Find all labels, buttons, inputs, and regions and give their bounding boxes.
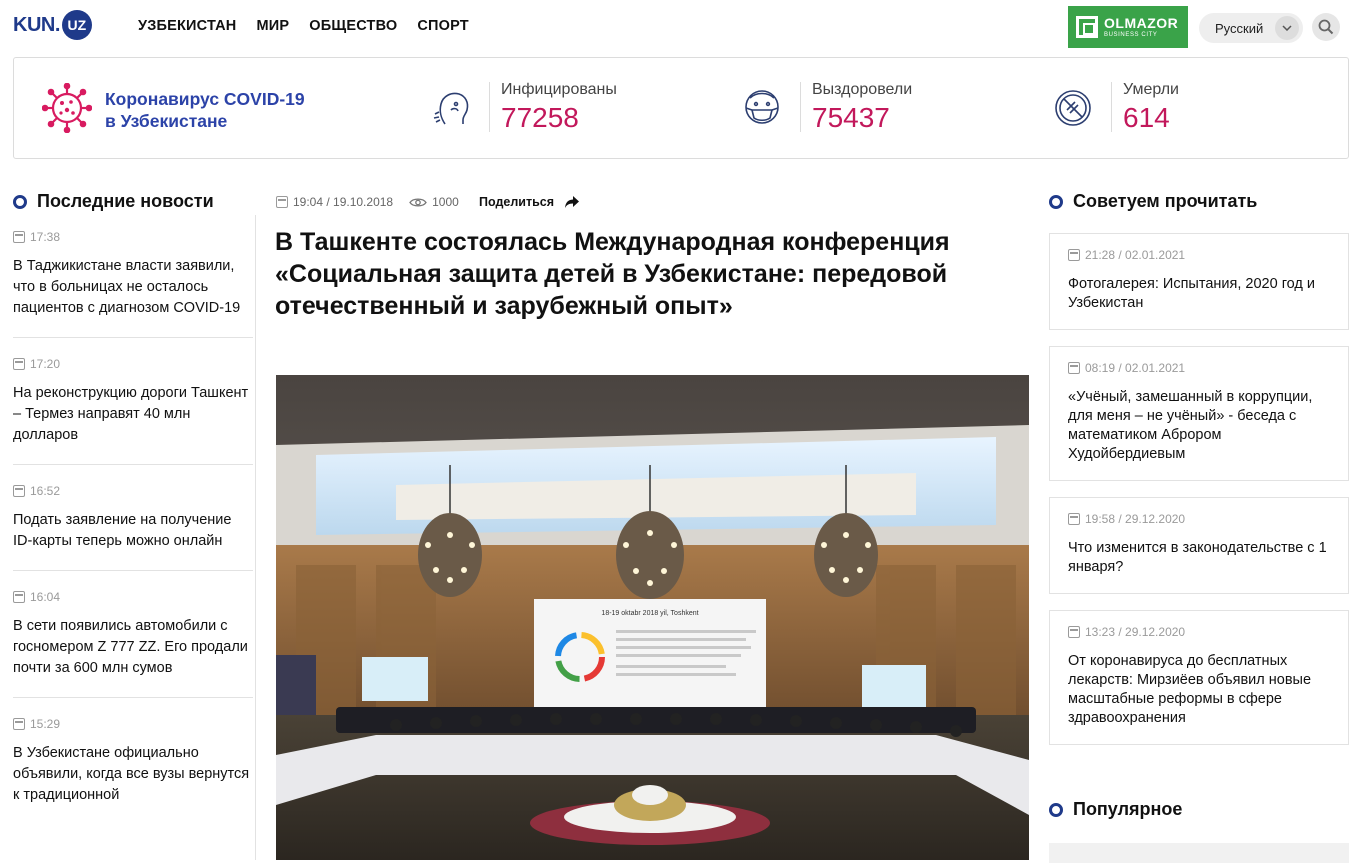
news-title[interactable]: В Таджикистане власти заявили, что в бол… <box>13 256 253 319</box>
calendar-icon <box>13 231 25 243</box>
calendar-icon <box>1068 626 1080 638</box>
recommended-list: 21:28 / 02.01.2021 Фотогалерея: Испытани… <box>1049 233 1349 761</box>
section-bullet-icon <box>1049 802 1063 817</box>
news-title[interactable]: Фотогалерея: Испытания, 2020 год и Узбек… <box>1068 275 1330 313</box>
olmazor-ad-banner[interactable]: OLMAZOR BUSINESS CITY <box>1068 6 1188 48</box>
search-icon <box>1318 19 1334 35</box>
news-time: 16:04 <box>30 590 61 604</box>
stat-value-deaths: 614 <box>1123 102 1170 133</box>
eye-icon <box>409 197 427 207</box>
search-button[interactable] <box>1312 13 1340 41</box>
site-header: KUN. UZ УЗБЕКИСТАН МИР ОБЩЕСТВО СПОРТ OL… <box>0 0 1369 54</box>
list-item[interactable]: 17:20 На реконструкцию дороги Ташкент – … <box>13 357 253 465</box>
share-label: Поделиться <box>479 195 555 209</box>
article-title: В Ташкенте состоялась Международная конф… <box>275 228 950 320</box>
article-views: 1000 <box>432 195 459 209</box>
calendar-icon <box>276 196 288 208</box>
list-item[interactable]: 16:04 В сети появились автомобили с госн… <box>13 590 253 698</box>
nav-uzbekistan[interactable]: УЗБЕКИСТАН <box>138 18 236 34</box>
covid-title: Коронавирус COVID-19 в Узбекистане <box>105 89 305 131</box>
news-time: 16:52 <box>30 484 61 498</box>
list-item[interactable]: 08:19 / 02.01.2021 «Учёный, замешанный в… <box>1049 346 1349 481</box>
news-time: 21:28 / 02.01.2021 <box>1085 248 1186 262</box>
stat-value-infected: 77258 <box>501 102 579 133</box>
recovered-icon <box>742 88 782 133</box>
news-title[interactable]: Что изменится в законодательстве с 1 янв… <box>1068 539 1330 577</box>
section-bullet-icon <box>1049 194 1063 209</box>
nav-world[interactable]: МИР <box>256 18 289 34</box>
stat-divider <box>1111 82 1112 132</box>
stat-value-recovered: 75437 <box>812 102 890 133</box>
share-button[interactable]: Поделиться <box>479 195 580 209</box>
logo-kun-text: KUN. <box>13 13 60 36</box>
calendar-icon <box>1068 362 1080 374</box>
news-title[interactable]: В Узбекистане официально объявили, когда… <box>13 743 253 806</box>
stat-divider <box>800 82 801 132</box>
coronavirus-icon <box>41 82 93 138</box>
news-title[interactable]: «Учёный, замешанный в коррупции, для мен… <box>1068 388 1330 464</box>
calendar-icon <box>1068 513 1080 525</box>
article-datetime: 19:04 / 19.10.2018 <box>293 195 394 209</box>
popular-heading[interactable]: Популярное <box>1049 799 1182 820</box>
banner-date-text: 18-19 oktabr 2018 yil, Toshkent <box>601 610 698 617</box>
language-value: Русский <box>1215 20 1264 36</box>
news-title[interactable]: На реконструкцию дороги Ташкент – Термез… <box>13 383 253 446</box>
calendar-icon <box>13 485 25 497</box>
news-time: 19:58 / 29.12.2020 <box>1085 512 1186 526</box>
recommended-heading[interactable]: Советуем прочитать <box>1049 191 1257 212</box>
list-item[interactable]: 21:28 / 02.01.2021 Фотогалерея: Испытани… <box>1049 233 1349 330</box>
covid-stats-panel[interactable]: Коронавирус COVID-19 в Узбекистане Инфиц… <box>13 57 1349 159</box>
site-logo[interactable]: KUN. UZ <box>13 10 92 40</box>
list-item[interactable]: 13:23 / 29.12.2020 От коронавируса до бе… <box>1049 610 1349 745</box>
popular-card[interactable] <box>1049 843 1349 863</box>
news-title[interactable]: От коронавируса до бесплатных лекарств: … <box>1068 652 1330 728</box>
news-time: 08:19 / 02.01.2021 <box>1085 361 1186 375</box>
article-photo: 18-19 oktabr 2018 yil, Toshkent <box>276 375 1029 860</box>
calendar-icon <box>1068 249 1080 261</box>
news-time: 17:38 <box>30 230 61 244</box>
deaths-icon <box>1053 88 1093 133</box>
news-time: 17:20 <box>30 357 61 371</box>
list-item[interactable]: 15:29 В Узбекистане официально объявили,… <box>13 717 253 824</box>
stat-label-infected: Инфицированы <box>501 81 617 98</box>
main-nav: УЗБЕКИСТАН МИР ОБЩЕСТВО СПОРТ <box>138 18 469 34</box>
latest-news-heading[interactable]: Последние новости <box>13 191 214 212</box>
news-time: 13:23 / 29.12.2020 <box>1085 625 1186 639</box>
stat-label-deaths: Умерли <box>1123 81 1179 98</box>
stat-label-recovered: Выздоровели <box>812 81 913 98</box>
ad-subtitle: BUSINESS CITY <box>1104 32 1158 38</box>
news-time: 15:29 <box>30 717 61 731</box>
list-item[interactable]: 19:58 / 29.12.2020 Что изменится в закон… <box>1049 497 1349 594</box>
calendar-icon <box>13 358 25 370</box>
calendar-icon <box>13 718 25 730</box>
list-item[interactable]: 16:52 Подать заявление на получение ID-к… <box>13 484 253 571</box>
olmazor-logo-icon <box>1076 16 1098 38</box>
article-meta: 19:04 / 19.10.2018 1000 <box>276 195 475 209</box>
chevron-down-icon <box>1275 16 1299 40</box>
share-arrow-icon <box>565 196 580 208</box>
nav-sport[interactable]: СПОРТ <box>417 18 469 34</box>
infected-icon <box>431 88 473 133</box>
section-bullet-icon <box>13 194 27 209</box>
language-select[interactable]: Русский <box>1199 13 1303 43</box>
ad-title: OLMAZOR <box>1104 15 1179 31</box>
list-item[interactable]: 17:38 В Таджикистане власти заявили, что… <box>13 230 253 338</box>
news-title[interactable]: Подать заявление на получение ID-карты т… <box>13 510 253 552</box>
latest-news-list: 17:38 В Таджикистане власти заявили, что… <box>13 230 253 843</box>
stat-divider <box>489 82 490 132</box>
nav-society[interactable]: ОБЩЕСТВО <box>309 18 397 34</box>
news-title[interactable]: В сети появились автомобили с госномером… <box>13 616 253 679</box>
calendar-icon <box>13 591 25 603</box>
logo-uz-badge: UZ <box>61 10 92 40</box>
column-divider <box>255 215 256 860</box>
